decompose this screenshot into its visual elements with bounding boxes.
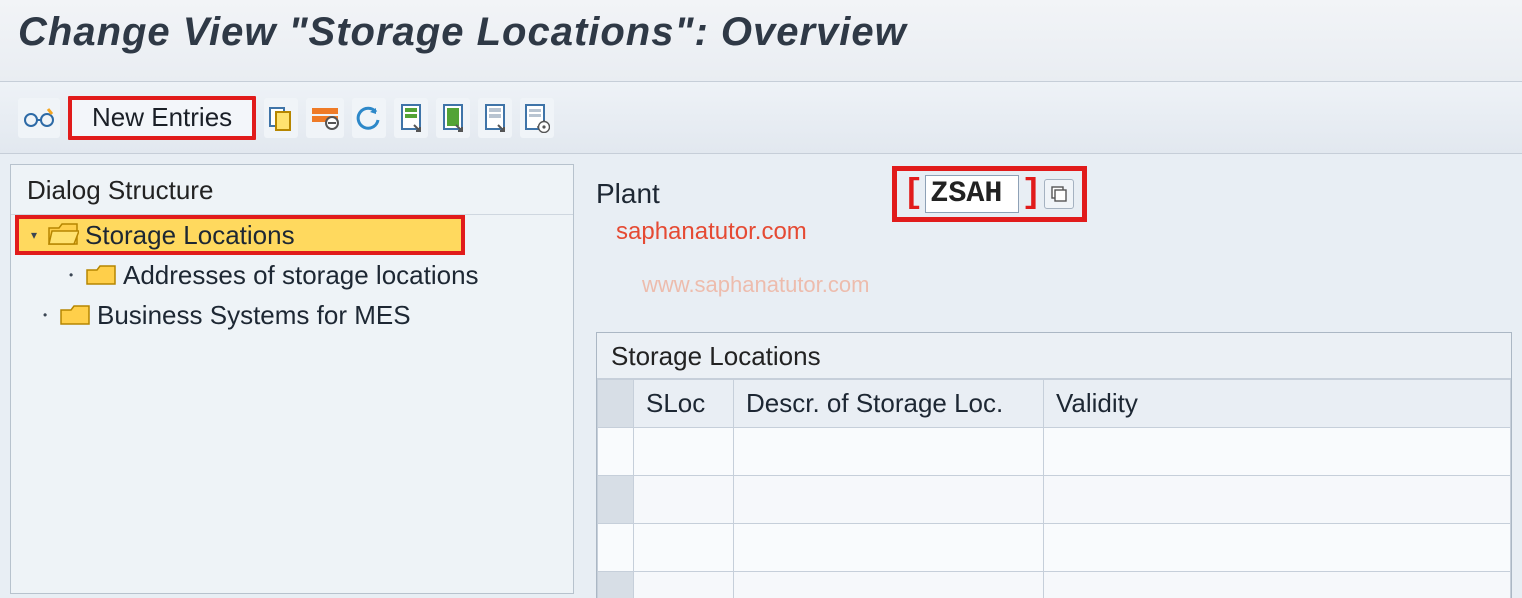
dialog-structure-header: Dialog Structure	[11, 165, 573, 215]
watermark-text: saphanatutor.com	[616, 218, 807, 246]
new-entries-label: New Entries	[92, 102, 232, 133]
print-config-icon[interactable]	[520, 98, 554, 138]
cell-descr[interactable]	[734, 524, 1044, 572]
plant-input[interactable]	[925, 175, 1019, 213]
tree-item-business-systems[interactable]: • Business Systems for MES	[11, 295, 573, 335]
cell-sloc[interactable]	[634, 572, 734, 598]
grid-title: Storage Locations	[597, 333, 1511, 379]
deselect-all-icon[interactable]	[478, 98, 512, 138]
page-title: Change View "Storage Locations": Overvie…	[18, 10, 907, 54]
bracket-right-icon: ]	[1021, 175, 1041, 213]
cell-descr[interactable]	[734, 572, 1044, 598]
table-row[interactable]	[598, 428, 1511, 476]
plant-row: Plant [ ]	[596, 166, 1512, 222]
new-entries-button[interactable]: New Entries	[68, 96, 256, 140]
content-panel: Plant [ ] saphanatutor.com www.saphanatu…	[582, 154, 1522, 598]
expand-icon[interactable]: •	[43, 308, 57, 322]
main-split: Dialog Structure ▾ Storage Locations • A…	[0, 154, 1522, 598]
undo-icon[interactable]	[352, 98, 386, 138]
tree-item-addresses[interactable]: • Addresses of storage locations	[11, 255, 573, 295]
title-bar: Change View "Storage Locations": Overvie…	[0, 0, 1522, 82]
watermark-text-faded: www.saphanatutor.com	[642, 272, 869, 298]
plant-field-highlight: [ ]	[892, 166, 1087, 222]
tree-item-storage-locations[interactable]: ▾ Storage Locations	[15, 215, 465, 255]
table-row[interactable]	[598, 524, 1511, 572]
table-row[interactable]	[598, 476, 1511, 524]
row-selector[interactable]	[598, 428, 634, 476]
toolbar: New Entries	[0, 82, 1522, 154]
value-help-icon	[1050, 185, 1068, 203]
value-help-button[interactable]	[1044, 179, 1074, 209]
cell-descr[interactable]	[734, 428, 1044, 476]
row-selector-header[interactable]	[598, 380, 634, 428]
storage-locations-grid: Storage Locations SLoc Descr. of Storage…	[596, 332, 1512, 598]
cell-validity[interactable]	[1044, 476, 1511, 524]
expand-icon[interactable]: •	[69, 268, 83, 282]
tree-label: Business Systems for MES	[97, 300, 411, 331]
folder-icon	[85, 262, 117, 288]
folder-open-icon	[47, 222, 79, 248]
bracket-left-icon: [	[903, 175, 923, 213]
table-row[interactable]	[598, 572, 1511, 598]
col-sloc[interactable]: SLoc	[634, 380, 734, 428]
tree-label: Addresses of storage locations	[123, 260, 479, 291]
glasses-icon[interactable]	[18, 98, 60, 138]
folder-icon	[59, 302, 91, 328]
select-all-icon[interactable]	[394, 98, 428, 138]
cell-descr[interactable]	[734, 476, 1044, 524]
tree-label: Storage Locations	[85, 220, 295, 251]
col-descr[interactable]: Descr. of Storage Loc.	[734, 380, 1044, 428]
storage-locations-table: SLoc Descr. of Storage Loc. Validity	[597, 379, 1511, 598]
cell-sloc[interactable]	[634, 524, 734, 572]
delete-row-icon[interactable]	[306, 98, 344, 138]
row-selector[interactable]	[598, 524, 634, 572]
expand-icon[interactable]: ▾	[31, 228, 45, 242]
plant-label: Plant	[596, 178, 886, 210]
dialog-panel: Dialog Structure ▾ Storage Locations • A…	[0, 154, 582, 598]
cell-sloc[interactable]	[634, 476, 734, 524]
row-selector[interactable]	[598, 572, 634, 598]
cell-validity[interactable]	[1044, 572, 1511, 598]
col-validity[interactable]: Validity	[1044, 380, 1511, 428]
dialog-tree: ▾ Storage Locations • Addresses of stora…	[11, 215, 573, 335]
cell-validity[interactable]	[1044, 428, 1511, 476]
copy-icon[interactable]	[264, 98, 298, 138]
row-selector[interactable]	[598, 476, 634, 524]
select-block-icon[interactable]	[436, 98, 470, 138]
cell-validity[interactable]	[1044, 524, 1511, 572]
cell-sloc[interactable]	[634, 428, 734, 476]
